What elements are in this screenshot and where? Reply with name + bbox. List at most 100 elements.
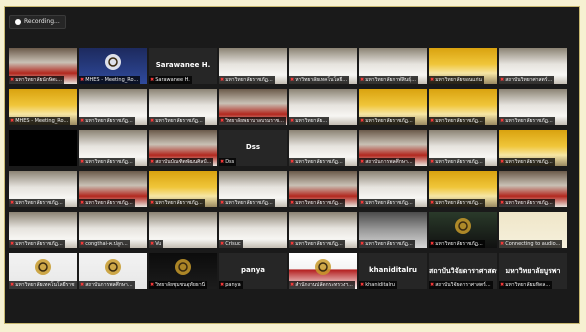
participant-tile[interactable]: ✖ มหาวิทยาลัยราชภัฏ...	[499, 89, 567, 125]
participant-name-label: ✖ มหาวิทยาลัยราชภัฏ...	[429, 158, 485, 166]
participant-display-name: Sarawanee H.	[155, 61, 211, 69]
participant-tile[interactable]: มหาวิทยาลัยบูรพา ✖ มหาวิทยาลัยมหิดล...	[499, 253, 567, 289]
participant-tile[interactable]: ✖ มหาวิทยาลัย...	[289, 89, 357, 125]
participant-tile[interactable]: ✖ มหาวิทยาลัยนักษิตเ...	[9, 48, 77, 84]
participant-name-label: ✖ มหาวิทยาลัยราชภัฏ...	[359, 117, 415, 125]
participant-name-label: ✖ มหาวิทยาลัยราชภัฏ...	[9, 240, 65, 248]
participant-tile[interactable]: ✖ มหาวิทยาลัยราชภัฏ...	[429, 130, 497, 166]
mic-muted-icon: ✖	[500, 200, 505, 206]
participant-tile[interactable]: ✖ มหาวิทยาลัยราชภัฏ...	[9, 212, 77, 248]
participant-tile[interactable]: ✖ มหาวิทยาลัยราชภัฏ...	[359, 171, 427, 207]
participant-tile[interactable]: ✖ มหาวิทยาลัยราชภัฏ...	[289, 130, 357, 166]
participant-tile[interactable]: ✖ มหาวิทยาลัยราชภัฏ...	[289, 171, 357, 207]
participant-tile[interactable]: ✖ มหาวิทยาลัยราชภัฏ...	[289, 212, 357, 248]
participant-name: สถาบันบัณฑิตพัฒนศิลป์...	[155, 159, 212, 165]
participant-name: สำนักงานปลัดกระทรวงฯ...	[295, 282, 353, 288]
mic-muted-icon: ✖	[10, 77, 15, 83]
emblem-icon	[104, 53, 122, 75]
participant-tile[interactable]: ✖ มหาวิทยาลัยราชภัฏ...	[79, 89, 147, 125]
participant-tile[interactable]: ✖ วิทยาลัยชุมชนอุทัยธานี	[149, 253, 217, 289]
mic-muted-icon: ✖	[360, 118, 365, 124]
participant-tile[interactable]: ✖ มหาวิทยาลัยราชภัฏ...	[149, 171, 217, 207]
recording-indicator[interactable]: Recording...	[9, 15, 66, 29]
participant-tile[interactable]: ✖ สำนักงานปลัดกระทรวงฯ...	[289, 253, 357, 289]
participant-tile[interactable]: Dss ✖ Dss	[219, 130, 287, 166]
participant-tile[interactable]: ✖ สถาบันวิทยาศาสตร์...	[499, 48, 567, 84]
participant-tile[interactable]: ✖ มหาวิทยาลัยราชภัฏ...	[359, 89, 427, 125]
participant-name: มหาวิทยาลัยราชภัฏ...	[155, 118, 203, 124]
participant-name-label: ✖ มหาวิทยาลัยราชภัฏ...	[79, 199, 135, 207]
participant-tile[interactable]: ✖ มหาวิทยาลัยราชภัฏ...	[499, 130, 567, 166]
mic-muted-icon: ✖	[360, 282, 365, 288]
participant-tile[interactable]: ✖ สถาบันการพลศึกษา...	[79, 253, 147, 289]
participant-tile[interactable]: ✖ มหาวิทยาลัยราชภัฏ...	[149, 89, 217, 125]
participant-name: มหาวิทยาลัยราชภัฏ...	[15, 200, 63, 206]
participant-name: มหาวิทยาลัยกาฬสินธุ์...	[365, 77, 416, 83]
participant-name-label: ✖ มหาวิทยาลัยราชภัฏ...	[79, 117, 135, 125]
participant-tile[interactable]: ✖ MHES - Meeting_Ro...	[9, 89, 77, 125]
mic-muted-icon: ✖	[150, 200, 155, 206]
participant-name: มหาวิทยาลัยมหิดล...	[505, 282, 551, 288]
participant-name-label: ✖ MHES - Meeting_Ro...	[79, 76, 141, 84]
participant-tile[interactable]: ✖ มหาวิทยาลัยราชภัฏ...	[359, 212, 427, 248]
gallery-grid: ✖ มหาวิทยาลัยนักษิตเ... ✖ MHES - Meeting_Ro…	[9, 48, 575, 289]
participant-name-label: ✖ มหาวิทยาลัยราชภัฏ...	[149, 199, 205, 207]
participant-name-label: ✖ MHES - Meeting_Ro...	[9, 117, 71, 125]
participant-name-label: ✖ สถาบันการพลศึกษา...	[79, 281, 135, 289]
mic-muted-icon: ✖	[360, 159, 365, 165]
participant-tile[interactable]: สถาบันวิจัยดาราศาสตร ✖ สถาบันวิจัยดาราศาสต…	[429, 253, 497, 289]
mic-muted-icon: ✖	[80, 77, 85, 83]
participant-name: มหาวิทยาลัยขอนแก่น	[435, 77, 482, 83]
participant-tile[interactable]: ✖ วิทยาลัยพยาบาลบรมราช...	[219, 89, 287, 125]
participant-name: khaniditalru	[365, 282, 396, 288]
participant-tile[interactable]: ✖ มหาวิทยาลัยราชภัฏ...	[499, 171, 567, 207]
participant-tile[interactable]: Sarawanee H. ✖ Sarawanee H.	[149, 48, 217, 84]
participant-tile[interactable]: ✖ หาวิทยาลัยเทคโนโลยี...	[289, 48, 357, 84]
participant-name: มหาวิทยาลัยราชภัฏ...	[15, 241, 63, 247]
participant-display-name: มหาวิทยาลัยบูรพา	[505, 267, 561, 275]
participant-name-label: ✖ มหาวิทยาลัย...	[289, 117, 330, 125]
participant-display-name: khaniditalru	[368, 266, 418, 274]
participant-tile[interactable]: ✖ มหาวิทยาลัยราชภัฏ...	[79, 171, 147, 207]
participant-tile[interactable]: ✖ สถาบันบัณฑิตพัฒนศิลป์...	[149, 130, 217, 166]
mic-muted-icon: ✖	[220, 282, 225, 288]
participant-tile[interactable]	[9, 130, 77, 166]
participant-tile[interactable]: ✖ Crisuc	[219, 212, 287, 248]
record-icon	[15, 19, 21, 25]
participant-name-label: ✖ สถาบันการพลศึกษา...	[359, 158, 415, 166]
participant-tile[interactable]: ✖ มหาวิทยาลัยราชภัฏ...	[9, 171, 77, 207]
participant-tile[interactable]: ✖ สถาบันการพลศึกษา...	[359, 130, 427, 166]
participant-tile[interactable]: ✖ congthai-ค.ปลูก...	[79, 212, 147, 248]
participant-name: มหาวิทยาลัยราชภัฏ...	[435, 118, 483, 124]
mic-muted-icon: ✖	[290, 118, 295, 124]
participant-tile[interactable]: ✖ มหาวิทยาลัยราชภัฏ...	[429, 212, 497, 248]
participant-tile[interactable]: ✖ มหาวิทยาลัยราชภัฏ...	[219, 48, 287, 84]
participant-tile[interactable]: ✖ มหาวิทยาลัยราชภัฏ...	[219, 171, 287, 207]
participant-tile[interactable]: ✖ Connecting to audio...	[499, 212, 567, 248]
participant-name: มหาวิทยาลัยเทคโนโลยีราช...	[15, 282, 75, 288]
participant-name-label: ✖ Connecting to audio...	[499, 240, 563, 248]
participant-tile[interactable]: ✖ มหาวิทยาลัยขอนแก่น	[429, 48, 497, 84]
participant-name-label: ✖ วิทยาลัยพยาบาลบรมราช...	[219, 117, 286, 125]
mic-muted-icon: ✖	[220, 77, 225, 83]
emblem-icon	[454, 217, 472, 239]
mic-muted-icon: ✖	[430, 241, 435, 247]
participant-name: มหาวิทยาลัยราชภัฏ...	[435, 159, 483, 165]
participant-display-name: Dss	[245, 143, 261, 151]
emblem-icon	[174, 258, 192, 280]
participant-tile[interactable]: panya ✖ panya	[219, 253, 287, 289]
participant-name: Dss	[225, 159, 235, 165]
mic-muted-icon: ✖	[150, 118, 155, 124]
participant-name: Crisuc	[225, 241, 241, 247]
participant-name: มหาวิทยาลัยราชภัฏ...	[85, 200, 133, 206]
participant-name: panya	[225, 282, 241, 288]
participant-tile[interactable]: ✖ มหาวิทยาลัยเทคโนโลยีราช...	[9, 253, 77, 289]
participant-tile[interactable]: khaniditalru ✖ khaniditalru	[359, 253, 427, 289]
participant-tile[interactable]: ✖ Vu	[149, 212, 217, 248]
participant-name-label: ✖ มหาวิทยาลัยราชภัฏ...	[289, 240, 345, 248]
participant-tile[interactable]: ✖ มหาวิทยาลัยราชภัฏ...	[429, 89, 497, 125]
participant-tile[interactable]: ✖ มหาวิทยาลัยราชภัฏ...	[79, 130, 147, 166]
participant-tile[interactable]: ✖ MHES - Meeting_Ro...	[79, 48, 147, 84]
participant-tile[interactable]: ✖ มหาวิทยาลัยกาฬสินธุ์...	[359, 48, 427, 84]
participant-tile[interactable]: ✖ มหาวิทยาลัยราชภัฏ...	[429, 171, 497, 207]
